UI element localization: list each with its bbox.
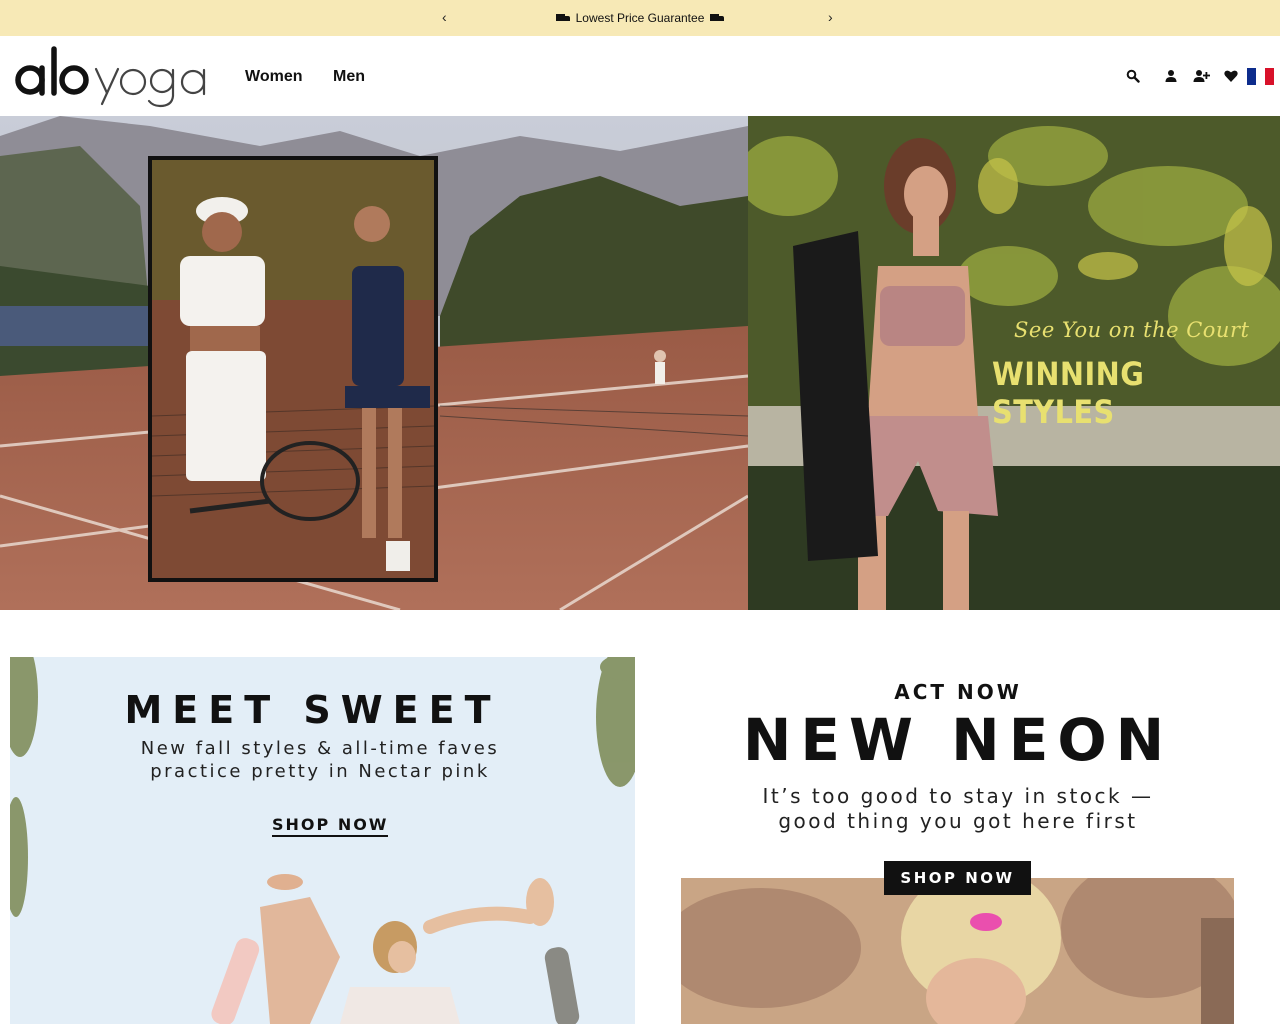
promo-right-shop-now-button[interactable]: SHOP NOW: [884, 861, 1031, 895]
chevron-right-icon[interactable]: ›: [828, 9, 833, 25]
alo-yoga-logo[interactable]: [14, 42, 210, 110]
site-header: Women Men: [0, 36, 1280, 116]
search-icon[interactable]: [1126, 69, 1140, 83]
promo-right-kicker: ACT NOW: [894, 680, 1022, 704]
announcement-text: Lowest Price Guarantee: [575, 11, 705, 25]
heart-icon[interactable]: [1224, 69, 1238, 83]
announcement-message[interactable]: Lowest Price Guarantee: [0, 11, 1280, 25]
truck-icon: [556, 14, 571, 23]
promo-right-title: NEW NEON: [742, 706, 1174, 774]
promo-tile-new-neon[interactable]: [681, 878, 1234, 1024]
promo-right-subtitle-1: It’s too good to stay in stock —: [762, 784, 1154, 808]
truck-icon: [709, 14, 724, 23]
nav-men[interactable]: Men: [333, 68, 365, 86]
hero-image-tennis[interactable]: [0, 116, 748, 610]
hero-title[interactable]: WINNING STYLES: [992, 355, 1251, 431]
announcement-bar: ‹ Lowest Price Guarantee ›: [0, 0, 1280, 36]
france-flag-icon[interactable]: [1247, 68, 1274, 85]
add-user-icon[interactable]: [1193, 69, 1210, 83]
promo-right-subtitle-2: good thing you got here first: [778, 809, 1138, 833]
nav-women[interactable]: Women: [245, 68, 302, 86]
hero-tagline: See You on the Court: [1014, 318, 1250, 342]
account-icon[interactable]: [1164, 69, 1178, 83]
